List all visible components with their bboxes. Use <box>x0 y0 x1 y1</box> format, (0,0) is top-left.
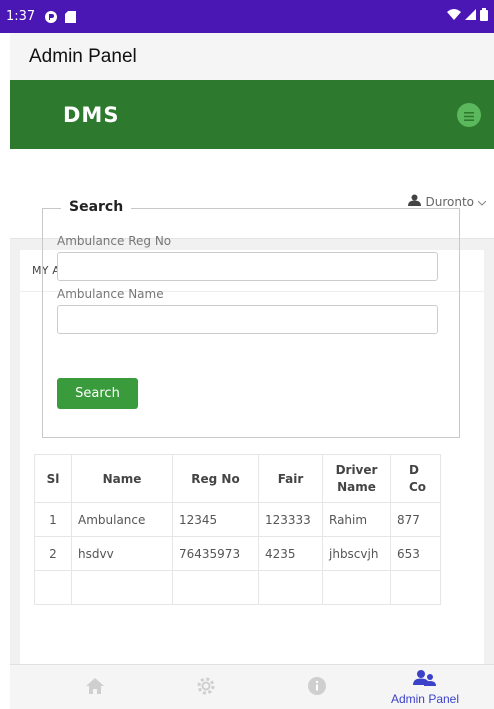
cell-driver-contact: 653 <box>390 536 441 571</box>
menu-toggle-button[interactable] <box>457 103 481 127</box>
settings-icon <box>195 675 217 701</box>
status-bar: 1:37 <box>0 0 494 33</box>
info-icon <box>308 676 326 699</box>
signal-icon <box>465 9 476 24</box>
cell-driver-name: Rahim <box>322 502 391 537</box>
cell-reg-no: 76435973 <box>172 536 259 571</box>
col-header-fair: Fair <box>258 454 323 503</box>
cell-sl: 2 <box>34 536 72 571</box>
col-header-sl: Sl <box>34 454 72 503</box>
nav-admin-panel-tab[interactable]: Admin Panel <box>370 665 480 709</box>
cell-name: hsdvv <box>71 536 173 571</box>
navbar: DMS <box>10 80 494 149</box>
cell-sl: 1 <box>34 502 72 537</box>
col-header-driver-name: Driver Name <box>322 454 391 503</box>
sd-card-icon <box>65 10 77 23</box>
reg-no-input[interactable] <box>57 252 438 281</box>
nav-admin-panel-label: Admin Panel <box>390 692 460 706</box>
user-menu-dropdown[interactable]: Duronto <box>408 194 487 209</box>
status-time: 1:37 <box>6 9 36 24</box>
cell-driver-name: jhbscvjh <box>322 536 391 571</box>
user-icon <box>408 194 422 209</box>
battery-icon <box>480 8 488 25</box>
ambulance-name-label: Ambulance Name <box>57 287 164 301</box>
table-row[interactable] <box>34 570 441 605</box>
col-header-driver-contact: D Co <box>390 454 441 503</box>
device-screen: 1:37 Admin Panel DMS Duronto MY Search A… <box>0 0 494 709</box>
nav-home-tab[interactable] <box>65 665 125 709</box>
app-bar-title: Admin Panel <box>29 45 137 67</box>
app-bar: Admin Panel <box>10 33 494 80</box>
cell-fair: 123333 <box>258 502 323 537</box>
reg-no-label: Ambulance Reg No <box>57 234 172 248</box>
col-header-name: Name <box>71 454 173 503</box>
search-button[interactable]: Search <box>57 378 138 409</box>
cell-reg-no: 12345 <box>172 502 259 537</box>
cell-fair: 4235 <box>258 536 323 571</box>
cell-driver-contact: 877 <box>390 502 441 537</box>
nav-settings-tab[interactable] <box>176 665 236 709</box>
ambulance-name-input[interactable] <box>57 305 438 334</box>
table-header-row: Sl Name Reg No Fair Driver Name D Co <box>34 454 441 503</box>
brand-logo-text[interactable]: DMS <box>63 103 119 127</box>
bottom-navigation: Admin Panel <box>10 664 494 709</box>
table-row[interactable]: 1 Ambulance 12345 123333 Rahim 877 <box>34 502 441 537</box>
user-name: Duronto <box>425 194 474 209</box>
wifi-icon <box>447 9 461 24</box>
table-row[interactable]: 2 hsdvv 76435973 4235 jhbscvjh 653 <box>34 536 441 571</box>
ambulance-table: Sl Name Reg No Fair Driver Name D Co 1 A… <box>34 454 441 605</box>
caret-down-icon <box>477 195 487 209</box>
home-icon <box>85 677 105 699</box>
hamburger-icon <box>464 106 474 125</box>
notification-app-icon <box>45 10 58 23</box>
admin-users-icon <box>413 669 437 691</box>
search-fieldset: Search Ambulance Reg No Ambulance Name S… <box>42 199 460 438</box>
search-legend: Search <box>61 199 132 215</box>
cell-name: Ambulance <box>71 502 173 537</box>
nav-info-tab[interactable] <box>287 665 347 709</box>
col-header-reg-no: Reg No <box>172 454 259 503</box>
